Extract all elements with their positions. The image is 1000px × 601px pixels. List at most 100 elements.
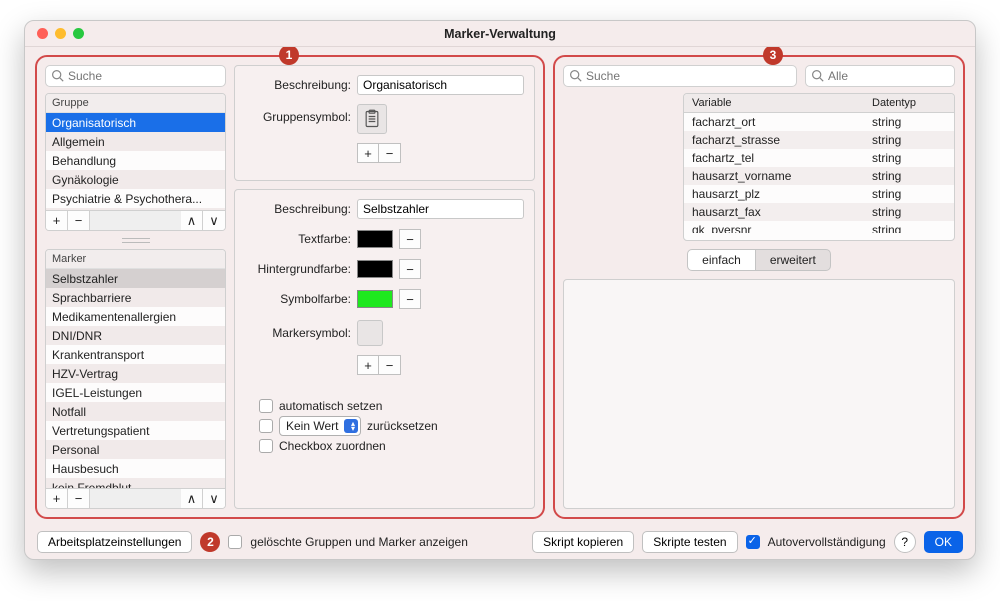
group-list-controls: + − ∧ ∨ bbox=[46, 210, 225, 230]
markersymbol-remove[interactable]: − bbox=[379, 355, 401, 375]
marker-down-button[interactable]: ∨ bbox=[203, 489, 225, 508]
window-title: Marker-Verwaltung bbox=[25, 27, 975, 41]
ok-button[interactable]: OK bbox=[924, 531, 963, 553]
list-item[interactable]: Organisatorisch bbox=[46, 113, 225, 132]
list-item[interactable]: Vertretungspatient bbox=[46, 421, 225, 440]
titlebar: Marker-Verwaltung bbox=[25, 21, 975, 47]
help-button[interactable]: ? bbox=[894, 531, 916, 553]
table-row[interactable]: hausarzt_faxstring bbox=[684, 203, 954, 221]
list-item[interactable]: Notfall bbox=[46, 402, 225, 421]
list-item[interactable]: Selbstzahler bbox=[46, 269, 225, 288]
reset-select[interactable]: Kein Wert ▴▾ bbox=[279, 416, 361, 436]
list-item[interactable]: Krankentransport bbox=[46, 345, 225, 364]
autocomplete-checkbox[interactable] bbox=[746, 535, 760, 549]
show-deleted-checkbox[interactable] bbox=[228, 535, 242, 549]
variable-table-header: Variable Datentyp bbox=[684, 94, 954, 113]
split-handle[interactable] bbox=[45, 237, 226, 243]
variable-table-body[interactable]: facharzt_ortstringfacharzt_strassestring… bbox=[684, 113, 954, 233]
filter-search bbox=[805, 65, 955, 87]
assign-checkbox-label: Checkbox zuordnen bbox=[279, 439, 386, 453]
column-edit: Beschreibung: Gruppensymbol: bbox=[234, 65, 535, 509]
group-add-button[interactable]: + bbox=[46, 211, 68, 230]
group-desc-label: Beschreibung: bbox=[245, 78, 351, 92]
group-remove-button[interactable]: − bbox=[68, 211, 90, 230]
assign-checkbox[interactable] bbox=[259, 439, 273, 453]
group-list-header: Gruppe bbox=[46, 94, 225, 113]
chevron-updown-icon: ▴▾ bbox=[351, 421, 355, 431]
group-symbol-add[interactable]: + bbox=[357, 143, 379, 163]
markersymbol-add[interactable]: + bbox=[357, 355, 379, 375]
group-symbol-remove[interactable]: − bbox=[379, 143, 401, 163]
bgcolor-remove[interactable]: − bbox=[399, 259, 421, 279]
callout-badge-2: 2 bbox=[200, 532, 220, 552]
list-item[interactable]: IGEL-Leistungen bbox=[46, 383, 225, 402]
list-item[interactable]: Medikamentenallergien bbox=[46, 307, 225, 326]
workspace-settings-button[interactable]: Arbeitsplatzeinstellungen bbox=[37, 531, 192, 553]
table-row[interactable]: fachartz_telstring bbox=[684, 149, 954, 167]
marker-up-button[interactable]: ∧ bbox=[181, 489, 203, 508]
col-variable[interactable]: Variable bbox=[684, 94, 864, 112]
table-row[interactable]: facharzt_strassestring bbox=[684, 131, 954, 149]
list-item[interactable]: Behandlung bbox=[46, 151, 225, 170]
marker-desc-input[interactable] bbox=[357, 199, 524, 219]
markersymbol-well[interactable] bbox=[357, 320, 383, 346]
list-item[interactable]: Sprachbarriere bbox=[46, 288, 225, 307]
markersymbol-label: Markersymbol: bbox=[245, 326, 351, 340]
marker-list-header: Marker bbox=[46, 250, 225, 269]
show-deleted-label: gelöschte Gruppen und Marker anzeigen bbox=[250, 535, 467, 549]
group-symbol-well[interactable] bbox=[357, 104, 387, 134]
marker-desc-label: Beschreibung: bbox=[245, 202, 351, 216]
symbolcolor-remove[interactable]: − bbox=[399, 289, 421, 309]
footer: Arbeitsplatzeinstellungen 2 gelöschte Gr… bbox=[25, 525, 975, 559]
reset-checkbox[interactable] bbox=[259, 419, 273, 433]
table-row[interactable]: facharzt_ortstring bbox=[684, 113, 954, 131]
col-datatype[interactable]: Datentyp bbox=[864, 94, 954, 112]
group-list-body[interactable]: OrganisatorischAllgemeinBehandlungGynäko… bbox=[46, 113, 225, 210]
script-textarea[interactable] bbox=[563, 279, 955, 509]
list-item[interactable]: DNI/DNR bbox=[46, 326, 225, 345]
content: 1 3 Gruppe OrganisatorischAllgemeinBehan… bbox=[25, 47, 975, 525]
mode-segmented: einfach erweitert bbox=[563, 249, 955, 271]
group-desc-input[interactable] bbox=[357, 75, 524, 95]
close-icon[interactable] bbox=[37, 28, 48, 39]
textcolor-swatch[interactable] bbox=[357, 230, 393, 248]
clipboard-icon bbox=[363, 109, 381, 129]
minimize-icon[interactable] bbox=[55, 28, 66, 39]
group-symbol-label: Gruppensymbol: bbox=[245, 104, 351, 124]
textcolor-label: Textfarbe: bbox=[245, 232, 351, 246]
list-item[interactable]: Hausbesuch bbox=[46, 459, 225, 478]
auto-set-label: automatisch setzen bbox=[279, 399, 382, 413]
marker-edit-box: Beschreibung: Textfarbe: − Hintergrundfa… bbox=[234, 189, 535, 509]
bgcolor-swatch[interactable] bbox=[357, 260, 393, 278]
test-scripts-button[interactable]: Skripte testen bbox=[642, 531, 737, 553]
group-down-button[interactable]: ∨ bbox=[203, 211, 225, 230]
list-item[interactable]: HZV-Vertrag bbox=[46, 364, 225, 383]
list-item[interactable]: Personal bbox=[46, 440, 225, 459]
reset-row: Kein Wert ▴▾ zurücksetzen bbox=[259, 416, 524, 436]
zoom-icon[interactable] bbox=[73, 28, 84, 39]
seg-simple[interactable]: einfach bbox=[687, 249, 756, 271]
table-row[interactable]: hausarzt_vornamestring bbox=[684, 167, 954, 185]
symbolcolor-swatch[interactable] bbox=[357, 290, 393, 308]
list-item[interactable]: kein Fremdblut bbox=[46, 478, 225, 488]
marker-add-button[interactable]: + bbox=[46, 489, 68, 508]
list-item[interactable]: Gynäkologie bbox=[46, 170, 225, 189]
list-item[interactable]: Psychiatrie & Psychothera... bbox=[46, 189, 225, 208]
autocomplete-label: Autovervollständigung bbox=[768, 535, 886, 549]
marker-list-controls: + − ∧ ∨ bbox=[46, 488, 225, 508]
list-item[interactable]: Allgemein bbox=[46, 132, 225, 151]
auto-set-checkbox[interactable] bbox=[259, 399, 273, 413]
search-input[interactable] bbox=[45, 65, 226, 87]
copy-script-button[interactable]: Skript kopieren bbox=[532, 531, 634, 553]
marker-list-body[interactable]: SelbstzahlerSprachbarriereMedikamentenal… bbox=[46, 269, 225, 488]
filter-input[interactable] bbox=[805, 65, 955, 87]
seg-advanced[interactable]: erweitert bbox=[756, 249, 831, 271]
auto-set-row: automatisch setzen bbox=[259, 399, 524, 413]
textcolor-remove[interactable]: − bbox=[399, 229, 421, 249]
table-row[interactable]: hausarzt_plzstring bbox=[684, 185, 954, 203]
marker-remove-button[interactable]: − bbox=[68, 489, 90, 508]
script-search-input[interactable] bbox=[563, 65, 797, 87]
group-up-button[interactable]: ∧ bbox=[181, 211, 203, 230]
table-row[interactable]: gk_pversnrstring bbox=[684, 221, 954, 233]
group-list: Gruppe OrganisatorischAllgemeinBehandlun… bbox=[45, 93, 226, 231]
